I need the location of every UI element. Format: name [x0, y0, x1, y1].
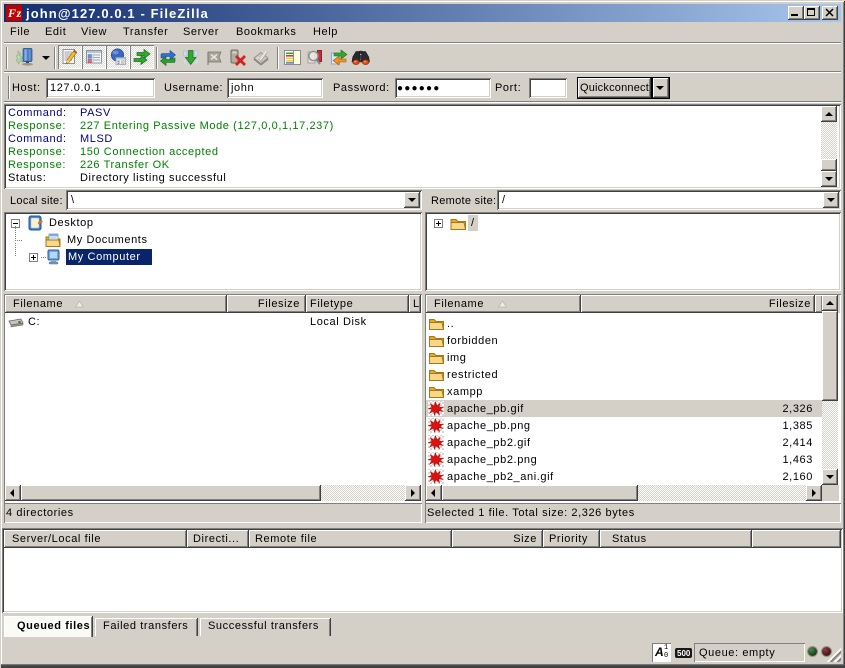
svg-text:Fz: Fz [7, 6, 22, 20]
